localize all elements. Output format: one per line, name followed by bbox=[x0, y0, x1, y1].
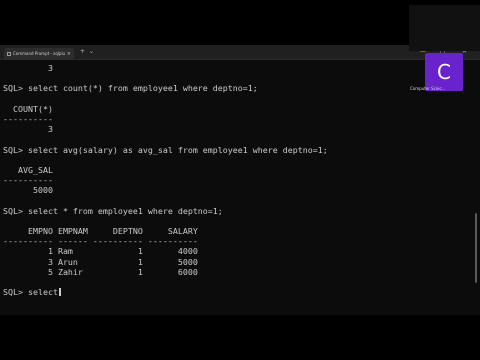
scrollbar[interactable] bbox=[475, 213, 477, 283]
column-separator: ---------- bbox=[3, 175, 53, 186]
tab-title: Command Prompt - sqlplus bbox=[13, 51, 65, 56]
result-row: 5000 bbox=[3, 185, 53, 196]
sql-command-line: SQL> select avg(salary) as avg_sal from … bbox=[3, 144, 328, 155]
sql-command-line: SQL> select * from employee1 where deptn… bbox=[3, 205, 223, 216]
sql-prompt-line[interactable]: SQL> select bbox=[3, 287, 407, 297]
presenter-webcam bbox=[409, 5, 480, 51]
text-cursor bbox=[58, 288, 61, 297]
result-row: 3 bbox=[3, 124, 53, 135]
result-row: 1 Ram 1 4000 bbox=[3, 246, 198, 257]
column-header: COUNT(*) bbox=[3, 103, 53, 114]
command-prompt-window: Command Prompt - sqlplus × + ⌄ — □ ✕ 3 S… bbox=[0, 45, 480, 315]
column-header: AVG_SAL bbox=[3, 164, 53, 175]
column-header: EMPNO EMPNAM DEPTNO SALARY bbox=[3, 226, 198, 236]
terminal-icon bbox=[7, 51, 11, 56]
chevron-down-icon[interactable]: ⌄ bbox=[89, 48, 94, 56]
result-row: 5 Zahir 1 6000 bbox=[3, 266, 198, 277]
output-line: 3 bbox=[3, 63, 53, 73]
sql-command-line: SQL> select count(*) from employee1 wher… bbox=[3, 83, 258, 94]
title-bar: Command Prompt - sqlplus × + ⌄ — □ ✕ bbox=[0, 45, 480, 60]
column-separator: ---------- ------ ---------- ---------- bbox=[3, 236, 198, 247]
current-command: SQL> select bbox=[3, 287, 58, 298]
tab-command-prompt[interactable]: Command Prompt - sqlplus × bbox=[4, 48, 74, 59]
terminal-output[interactable]: 3 SQL> select count(*) from employee1 wh… bbox=[3, 63, 407, 313]
tab-close-icon[interactable]: × bbox=[67, 51, 71, 57]
new-tab-button[interactable]: + bbox=[80, 48, 85, 56]
presenter-label: Computer Sciec... bbox=[410, 86, 446, 91]
result-row: 3 Arun 1 5000 bbox=[3, 256, 198, 267]
column-separator: ---------- bbox=[3, 113, 53, 124]
